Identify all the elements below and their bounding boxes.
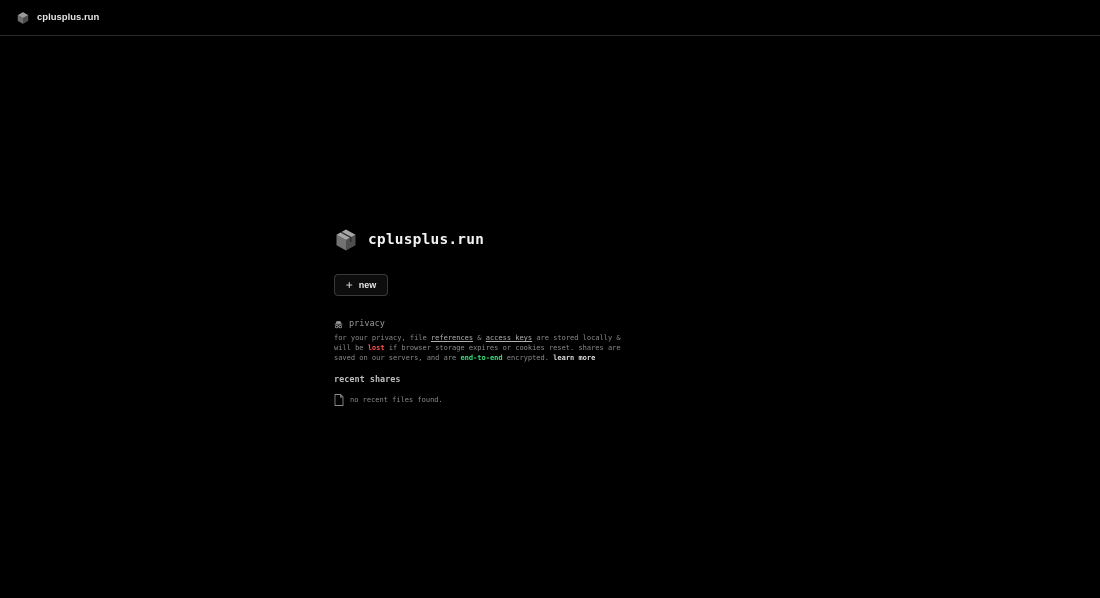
brand-name: cplusplus.run xyxy=(37,12,100,23)
learn-more-link[interactable]: learn more xyxy=(553,354,595,362)
privacy-notice: for your privacy, file references & acce… xyxy=(334,333,626,364)
cube-icon xyxy=(334,228,358,252)
e2e-badge-text: end-to-end xyxy=(460,354,503,363)
privacy-text: encrypted. xyxy=(502,354,554,363)
lost-warning: lost xyxy=(367,344,385,353)
recent-shares-title: recent shares xyxy=(334,375,401,385)
privacy-heading: privacy xyxy=(334,319,385,329)
main-content: cplusplus.run + new privacy for your pri… xyxy=(334,228,634,406)
hero: cplusplus.run xyxy=(334,228,634,252)
new-button[interactable]: + new xyxy=(334,274,388,296)
file-icon xyxy=(334,394,344,406)
empty-message: no recent files found. xyxy=(350,396,443,404)
recent-empty-state: no recent files found. xyxy=(334,394,443,406)
top-bar: cplusplus.run xyxy=(0,0,1100,36)
plus-icon: + xyxy=(345,278,353,292)
privacy-text: for your privacy, file xyxy=(334,334,431,342)
cube-icon xyxy=(16,11,30,25)
privacy-text: & xyxy=(473,334,486,342)
page-title: cplusplus.run xyxy=(368,232,485,248)
references-link[interactable]: references xyxy=(431,334,473,342)
privacy-heading-text: privacy xyxy=(349,319,385,329)
new-button-label: new xyxy=(358,280,377,290)
access-keys-link[interactable]: access keys xyxy=(486,334,532,342)
incognito-icon xyxy=(334,320,343,329)
brand-link[interactable]: cplusplus.run xyxy=(16,11,99,25)
